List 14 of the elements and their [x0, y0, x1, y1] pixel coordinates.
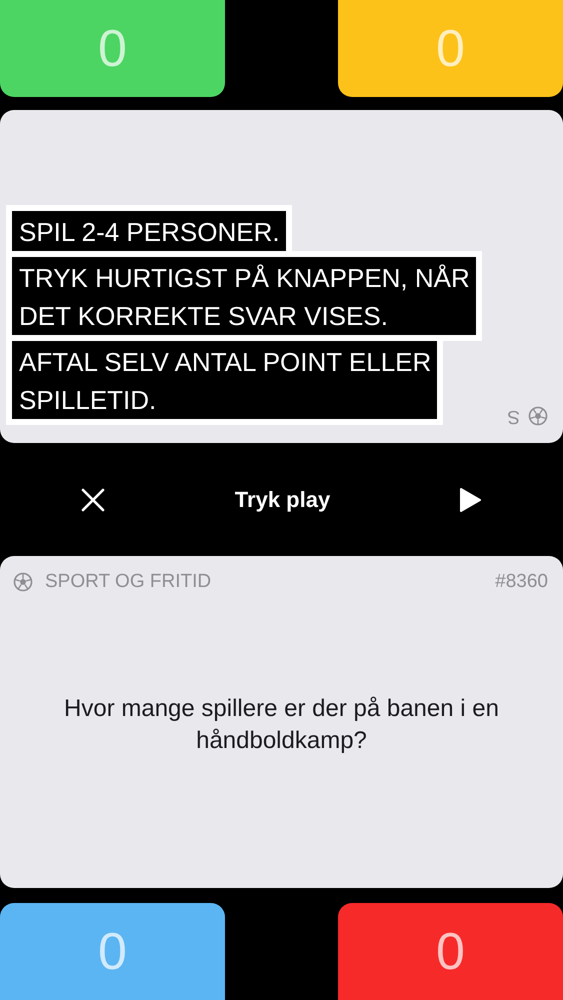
category-label: S: [507, 405, 520, 427]
prompt-title: Tryk play: [234, 486, 330, 512]
close-icon[interactable]: [80, 486, 106, 512]
instruction-caption: TRYK HURTIGST PÅ KNAPPEN, NÅR DET KORREKTE SVAR VISES.: [6, 251, 482, 341]
score-button[interactable]: 0: [338, 903, 563, 1000]
play-icon[interactable]: [458, 488, 481, 512]
score-button[interactable]: 0: [338, 0, 563, 97]
score-button[interactable]: 0: [0, 903, 225, 1000]
question-number: #8360: [495, 571, 548, 593]
category-label: SPORT OG FRITID: [45, 571, 212, 593]
soccer-ball-icon: [528, 406, 548, 426]
question-text: Hvor mange spillere er der på banen i en håndboldkamp?: [63, 694, 500, 756]
score-button[interactable]: 0: [0, 0, 225, 97]
soccer-ball-icon: [13, 572, 33, 592]
